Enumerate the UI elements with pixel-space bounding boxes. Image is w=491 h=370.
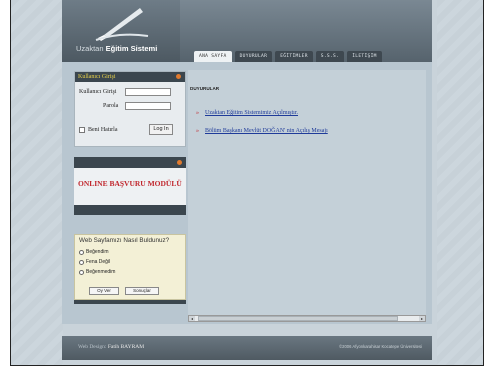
remember-me-checkbox[interactable] — [79, 127, 85, 133]
username-label: Kullanıcı Girişi — [79, 89, 117, 95]
tab-courses[interactable]: EĞİTİMLER — [275, 51, 313, 62]
footer-credit: Web Design: Fatih BAYRAM — [78, 344, 145, 350]
radio-icon[interactable] — [79, 259, 84, 265]
online-panel-header — [74, 157, 186, 168]
arrow-icon: » — [196, 110, 199, 116]
announcements-title: DUYURULAR — [190, 86, 220, 91]
tab-home[interactable]: ANA SAYFA — [194, 51, 232, 62]
vote-button[interactable]: Oy Ver — [89, 287, 119, 295]
page-body: Kullanıcı Girişi Kullanıcı Girişi Parola… — [62, 62, 432, 324]
online-application-link[interactable]: ONLINE BAŞVURU MODÜLÜ — [78, 179, 182, 188]
online-panel-footer — [74, 205, 186, 215]
poll-option-3[interactable]: Beğenmedim — [79, 269, 115, 275]
site-footer: Web Design: Fatih BAYRAM ©2006 Afyonkara… — [62, 336, 432, 360]
remember-me-label: Beni Hatırla — [88, 127, 118, 133]
announcement-link-1[interactable]: » Uzaktan Eğitim Sistemimiz Açılmıştır. — [196, 110, 298, 116]
main-navigation: ANA SAYFA DUYURULAR EĞİTİMLER S.S.S. İLE… — [194, 51, 382, 62]
site-logo[interactable]: Uzaktan Eğitim Sistemi — [62, 0, 180, 62]
tab-faq[interactable]: S.S.S. — [315, 51, 345, 62]
password-label: Parola — [103, 103, 119, 109]
username-input[interactable] — [125, 88, 171, 96]
scrollbar-thumb[interactable] — [198, 316, 398, 321]
left-decorative-strip — [11, 0, 63, 365]
main-content: DUYURULAR » Uzaktan Eğitim Sistemimiz Açı… — [188, 70, 426, 322]
poll-question: Web Sayfamızı Nasıl Buldunuz? — [79, 237, 170, 244]
poll-option-2[interactable]: Fena Değil — [79, 259, 110, 265]
arrow-icon: » — [196, 128, 199, 134]
tab-contact[interactable]: İLETİŞİM — [347, 51, 382, 62]
radio-icon[interactable] — [79, 249, 84, 255]
password-input[interactable] — [125, 102, 171, 110]
right-decorative-strip — [437, 0, 483, 365]
site-logo-text: Uzaktan Eğitim Sistemi — [76, 44, 158, 53]
scroll-right-icon[interactable]: ▸ — [419, 316, 425, 321]
login-panel: Kullanıcı Girişi Kullanıcı Girişi Parola… — [74, 71, 186, 147]
login-button[interactable]: Log In — [149, 124, 173, 135]
panel-bullet-icon — [176, 74, 181, 79]
online-application-panel: ONLINE BAŞVURU MODÜLÜ — [74, 157, 186, 215]
poll-results-button[interactable]: Sonuçlar — [125, 287, 159, 295]
scroll-left-icon[interactable]: ◂ — [189, 316, 195, 321]
poll-panel: Web Sayfamızı Nasıl Buldunuz? Beğendim F… — [74, 234, 186, 300]
login-panel-header: Kullanıcı Girişi — [75, 72, 185, 82]
panel-bullet-icon — [177, 160, 182, 165]
radio-icon[interactable] — [79, 269, 84, 275]
login-panel-title: Kullanıcı Girişi — [78, 74, 116, 80]
horizontal-scrollbar[interactable]: ◂ ▸ — [188, 315, 426, 322]
site-header: Uzaktan Eğitim Sistemi ANA SAYFA DUYURUL… — [62, 0, 432, 62]
poll-option-1[interactable]: Beğendim — [79, 249, 109, 255]
announcement-link-2[interactable]: » Bölüm Başkanı Mevlüt DOĞAN' nin Açılış … — [196, 128, 328, 134]
footer-copyright: ©2006 Afyonkarahisar Kocatepe Üniversite… — [339, 344, 422, 349]
tab-announcements[interactable]: DUYURULAR — [234, 51, 273, 62]
poll-panel-footer — [74, 300, 186, 304]
pen-logo-icon — [95, 8, 149, 41]
